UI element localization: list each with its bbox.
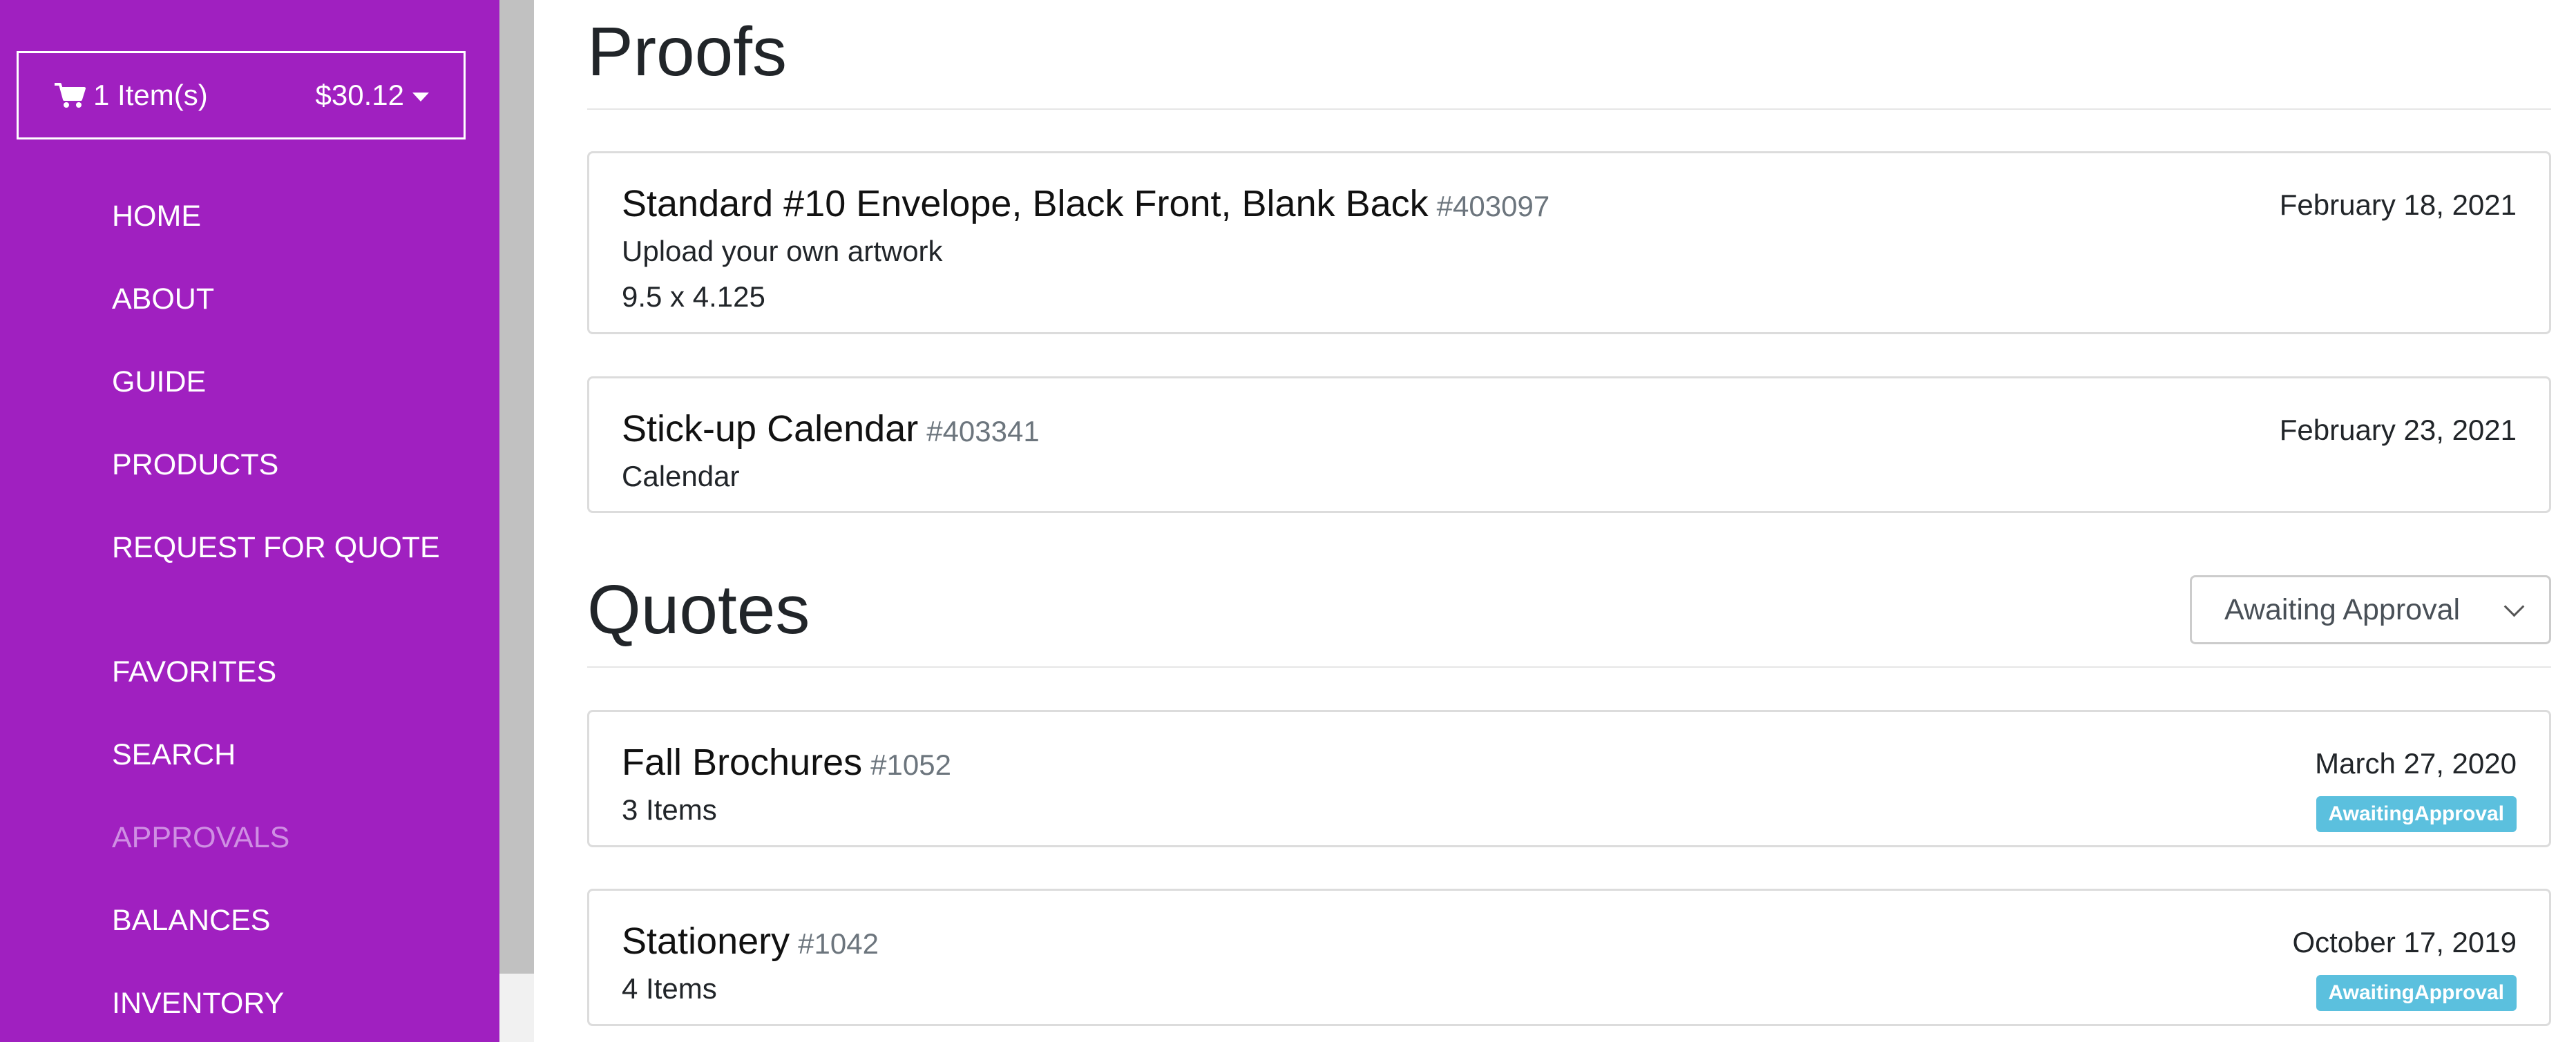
nav-item-inventory[interactable]: INVENTORY: [112, 983, 443, 1024]
quote-card[interactable]: Stationery #1042 October 17, 2019 4 Items…: [587, 889, 2551, 1026]
cart-total-label: $30.12: [315, 79, 404, 111]
sidebar: 1 Item(s) $30.12 HOME ABOUT GUIDE PRODUC…: [0, 0, 499, 1042]
nav-item-about[interactable]: ABOUT: [112, 278, 443, 320]
quotes-divider: [587, 666, 2551, 668]
proof-number: #403097: [1436, 190, 1550, 222]
cart-summary-button[interactable]: 1 Item(s) $30.12: [17, 51, 466, 139]
quote-title-text: Stationery: [622, 920, 790, 962]
nav-item-search[interactable]: SEARCH: [112, 734, 443, 775]
nav-item-home[interactable]: HOME: [112, 195, 443, 237]
status-badge: AwaitingApproval: [2316, 796, 2517, 832]
sidebar-scrollbar-thumb[interactable]: [499, 0, 534, 974]
proof-detail: Upload your own artwork: [622, 235, 943, 267]
cart-count: 1 Item(s): [53, 79, 208, 112]
nav-item-balances[interactable]: BALANCES: [112, 900, 443, 941]
proofs-divider: [587, 108, 2551, 110]
quote-item-count: 4 Items: [622, 972, 717, 1005]
proof-date: February 18, 2021: [2279, 189, 2517, 221]
proof-title-text: Standard #10 Envelope, Black Front, Blan…: [622, 183, 1429, 224]
cart-count-label: 1 Item(s): [93, 79, 208, 111]
quotes-heading: Quotes: [587, 571, 810, 648]
proof-number: #403341: [926, 415, 1040, 447]
quote-title: Fall Brochures #1052: [622, 740, 951, 788]
quote-title-text: Fall Brochures: [622, 742, 863, 783]
nav-item-favorites[interactable]: FAVORITES: [112, 651, 443, 693]
proof-title: Stick-up Calendar #403341: [622, 406, 1040, 454]
quote-date: March 27, 2020: [2315, 747, 2517, 780]
proof-title-text: Stick-up Calendar: [622, 408, 919, 450]
proof-card[interactable]: Stick-up Calendar #403341 February 23, 20…: [587, 376, 2551, 513]
quote-title: Stationery #1042: [622, 918, 879, 967]
quote-number: #1052: [870, 749, 951, 781]
proof-title: Standard #10 Envelope, Black Front, Blan…: [622, 181, 1549, 229]
caret-down-icon: [412, 92, 429, 102]
shopping-cart-icon: [53, 81, 86, 109]
proof-card[interactable]: Standard #10 Envelope, Black Front, Blan…: [587, 151, 2551, 334]
quote-card[interactable]: Fall Brochures #1052 March 27, 2020 3 Ite…: [587, 710, 2551, 847]
status-badge: AwaitingApproval: [2316, 975, 2517, 1011]
main-content: Proofs Standard #10 Envelope, Black Fron…: [587, 0, 2551, 1042]
proof-dimensions: 9.5 x 4.125: [622, 280, 765, 313]
quote-date: October 17, 2019: [2292, 926, 2517, 958]
quote-status-filter-value: Awaiting Approval: [2224, 592, 2461, 626]
proof-detail: Calendar: [622, 460, 740, 492]
proofs-heading: Proofs: [587, 13, 788, 90]
quote-item-count: 3 Items: [622, 793, 717, 826]
nav-item-approvals[interactable]: APPROVALS: [112, 817, 443, 858]
nav-item-guide[interactable]: GUIDE: [112, 361, 443, 403]
proof-date: February 23, 2021: [2279, 414, 2517, 446]
nav-item-request-for-quote[interactable]: REQUEST FOR QUOTE: [112, 527, 443, 568]
nav-item-products[interactable]: PRODUCTS: [112, 444, 443, 485]
chevron-down-icon: [2503, 596, 2525, 617]
cart-total: $30.12: [316, 79, 429, 112]
quote-status-filter-select[interactable]: Awaiting Approval: [2190, 575, 2551, 644]
quote-number: #1042: [798, 927, 879, 960]
